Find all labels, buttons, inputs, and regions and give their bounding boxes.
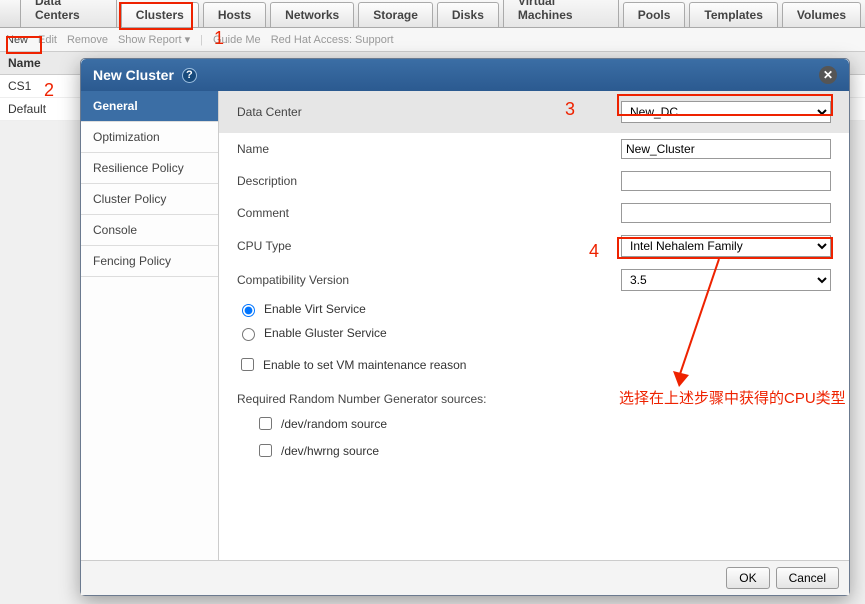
side-tab-console[interactable]: Console — [81, 215, 218, 246]
tab-pools[interactable]: Pools — [623, 2, 686, 27]
support-link: Red Hat Access: Support — [271, 34, 394, 46]
gluster-service-radio[interactable] — [242, 328, 255, 341]
new-cluster-dialog: New Cluster ? ✕ General Optimization Res… — [80, 58, 850, 596]
tab-storage[interactable]: Storage — [358, 2, 433, 27]
maintenance-reason-checkbox[interactable] — [241, 358, 254, 371]
side-tab-resilience[interactable]: Resilience Policy — [81, 153, 218, 184]
side-tab-optimization[interactable]: Optimization — [81, 122, 218, 153]
form-area: Data Center New_DC Name Description Comm… — [219, 91, 849, 560]
edit-button: Edit — [38, 34, 57, 46]
side-tab-fencing[interactable]: Fencing Policy — [81, 246, 218, 277]
label-name: Name — [237, 142, 447, 156]
tab-data-centers[interactable]: Data Centers — [20, 0, 117, 27]
cancel-button[interactable]: Cancel — [776, 567, 839, 589]
tab-volumes[interactable]: Volumes — [782, 2, 861, 27]
label-compat: Compatibility Version — [237, 273, 447, 287]
tab-vms[interactable]: Virtual Machines — [503, 0, 619, 27]
rng-hwrng-checkbox[interactable] — [259, 444, 272, 457]
tab-disks[interactable]: Disks — [437, 2, 499, 27]
label-comment: Comment — [237, 206, 447, 220]
dialog-side-tabs: General Optimization Resilience Policy C… — [81, 91, 219, 560]
dialog-footer: OK Cancel — [81, 560, 849, 595]
maintenance-reason-label: Enable to set VM maintenance reason — [263, 358, 466, 372]
comment-input[interactable] — [621, 203, 831, 223]
toolbar: New Edit Remove Show Report ▾ | Guide Me… — [0, 28, 865, 52]
label-data-center: Data Center — [237, 105, 447, 119]
label-description: Description — [237, 174, 447, 188]
rng-random-label: /dev/random source — [281, 417, 387, 431]
name-input[interactable] — [621, 139, 831, 159]
tab-networks[interactable]: Networks — [270, 2, 354, 27]
help-icon[interactable]: ? — [182, 68, 197, 83]
close-icon[interactable]: ✕ — [819, 66, 837, 84]
remove-button: Remove — [67, 34, 108, 46]
show-report-button: Show Report ▾ — [118, 33, 190, 46]
tab-templates[interactable]: Templates — [689, 2, 777, 27]
guide-button: Guide Me — [213, 34, 261, 46]
side-tab-general[interactable]: General — [81, 91, 218, 122]
side-tab-cluster-policy[interactable]: Cluster Policy — [81, 184, 218, 215]
ok-button[interactable]: OK — [726, 567, 769, 589]
description-input[interactable] — [621, 171, 831, 191]
tab-hosts[interactable]: Hosts — [203, 2, 266, 27]
data-center-select[interactable]: New_DC — [621, 101, 831, 123]
rng-hwrng-label: /dev/hwrng source — [281, 444, 379, 458]
dialog-title-text: New Cluster — [93, 67, 174, 83]
gluster-service-label: Enable Gluster Service — [264, 326, 387, 340]
tab-clusters[interactable]: Clusters — [121, 2, 199, 27]
rng-section-label: Required Random Number Generator sources… — [219, 378, 849, 410]
rng-random-checkbox[interactable] — [259, 417, 272, 430]
label-cpu-type: CPU Type — [237, 239, 447, 253]
virt-service-radio[interactable] — [242, 304, 255, 317]
virt-service-label: Enable Virt Service — [264, 302, 366, 316]
new-button[interactable]: New — [6, 34, 28, 46]
main-tab-bar: Data Centers Clusters Hosts Networks Sto… — [0, 0, 865, 28]
dialog-titlebar: New Cluster ? ✕ — [81, 59, 849, 91]
cpu-type-select[interactable]: Intel Nehalem Family — [621, 235, 831, 257]
compat-select[interactable]: 3.5 — [621, 269, 831, 291]
